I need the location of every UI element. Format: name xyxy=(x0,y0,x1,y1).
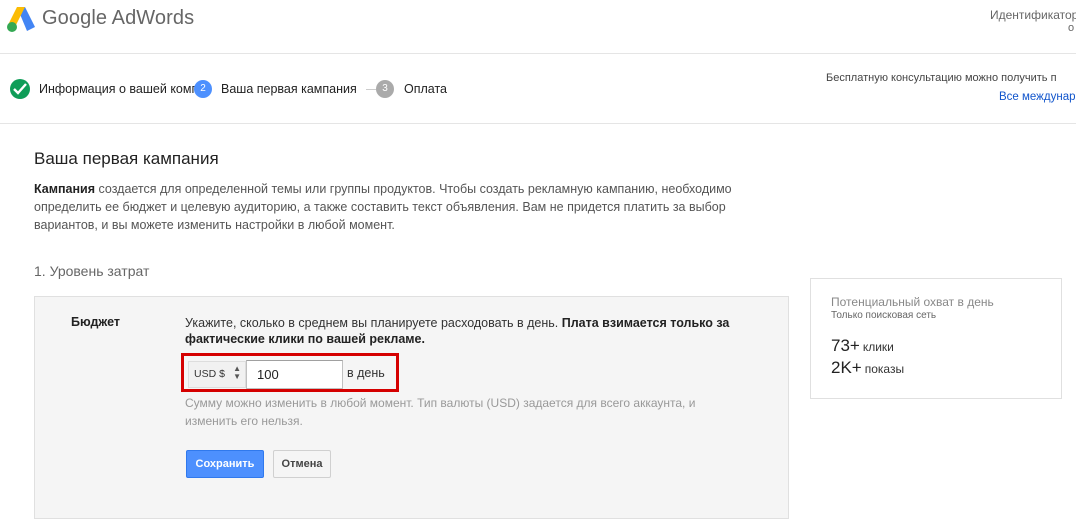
step-3-label: Оплата xyxy=(404,82,447,96)
account-id-value: о xyxy=(1068,22,1075,34)
intro-bold-term: Кампания xyxy=(34,182,96,196)
reach-subtitle: Только поисковая сеть xyxy=(831,310,937,321)
step-1-label[interactable]: Информация о вашей компании xyxy=(39,82,195,96)
section-title: 1. Уровень затрат xyxy=(34,263,150,279)
currency-value: USD $ xyxy=(194,368,225,380)
reach-impressions-unit: показы xyxy=(864,362,905,376)
top-header: Google AdWords Идентификатор о xyxy=(0,0,1076,54)
cancel-button[interactable]: Отмена xyxy=(273,450,331,478)
reach-title: Потенциальный охват в день xyxy=(831,295,994,309)
potential-reach-card: Потенциальный охват в день Только поиско… xyxy=(810,278,1062,399)
brand-name[interactable]: Google AdWords xyxy=(42,7,194,30)
save-button[interactable]: Сохранить xyxy=(186,450,264,478)
reach-clicks-value: 73+ xyxy=(831,336,860,355)
step-2-number: 2 xyxy=(194,80,212,98)
step-2-label[interactable]: Ваша первая кампания xyxy=(221,82,357,96)
adwords-logo-icon[interactable] xyxy=(6,5,36,33)
international-link[interactable]: Все междунар xyxy=(999,91,1075,103)
reach-impressions: 2K+ показы xyxy=(831,358,904,378)
sort-arrows-icon: ▲ ▼ xyxy=(233,364,241,381)
step-3-number: 3 xyxy=(376,80,394,98)
step-connector xyxy=(366,89,376,90)
daily-budget-input[interactable] xyxy=(246,360,343,389)
budget-panel: Бюджет Укажите, сколько в среднем вы пла… xyxy=(34,296,789,519)
setup-steps-bar: Информация о вашей компании 2 Ваша перва… xyxy=(0,55,1076,124)
per-day-label: в день xyxy=(347,366,385,380)
reach-clicks: 73+ клики xyxy=(831,336,894,356)
budget-description-text: Укажите, сколько в среднем вы планируете… xyxy=(185,316,562,330)
account-id-label: Идентификатор xyxy=(990,8,1076,22)
budget-description: Укажите, сколько в среднем вы планируете… xyxy=(185,315,755,347)
step-done-check-icon xyxy=(10,79,30,99)
intro-paragraph: Кампания создается для определенной темы… xyxy=(34,180,784,234)
intro-text: создается для определенной темы или груп… xyxy=(34,182,732,232)
budget-hint: Сумму можно изменить в любой момент. Тип… xyxy=(185,396,696,428)
reach-impressions-value: 2K+ xyxy=(831,358,862,377)
budget-label: Бюджет xyxy=(71,315,121,329)
reach-clicks-unit: клики xyxy=(862,340,894,354)
page-title: Ваша первая кампания xyxy=(34,149,219,168)
currency-select[interactable]: USD $ ▲ ▼ xyxy=(188,361,246,388)
consultation-text: Бесплатную консультацию можно получить п xyxy=(826,72,1057,84)
